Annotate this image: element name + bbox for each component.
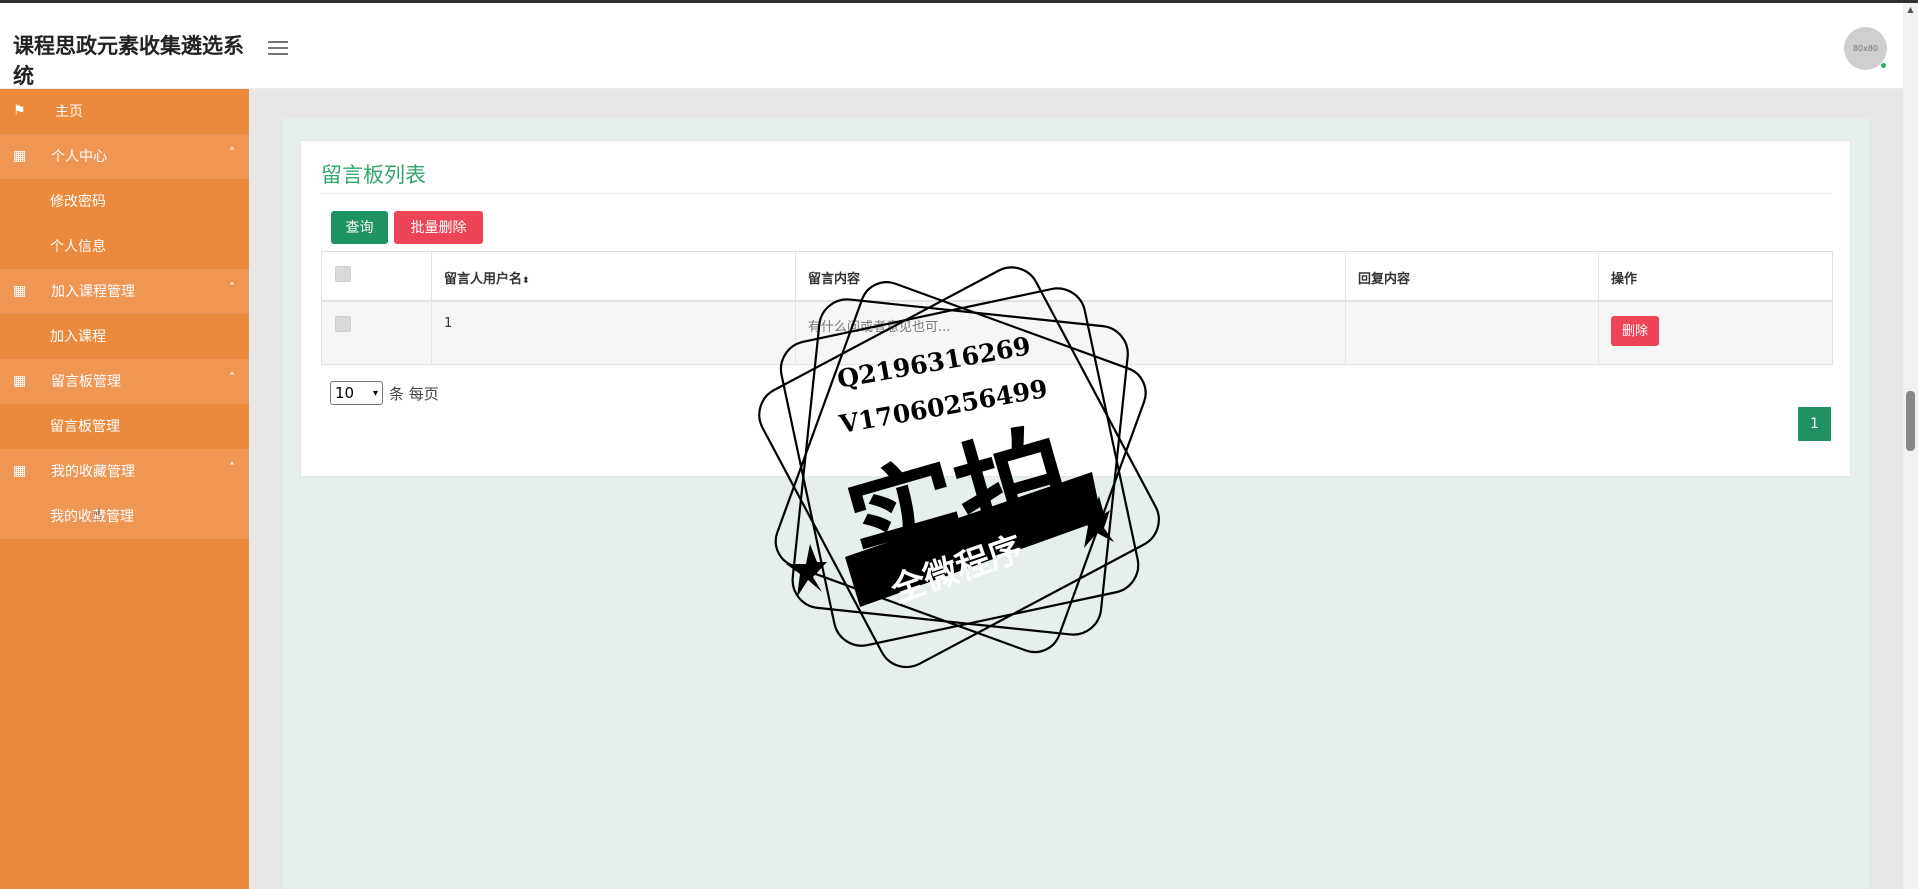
chevron-up-icon: ˄ — [229, 146, 235, 160]
grid-icon: ▦ — [13, 373, 27, 389]
page-size-value: 10 — [335, 384, 355, 402]
grid-icon: ▦ — [13, 148, 27, 164]
sidebar-item-personal-center[interactable]: ▦ 个人中心 ˄ — [0, 134, 249, 179]
row-select-cell — [322, 302, 432, 364]
table-header-row: 留言人用户名⬍ 留言内容 回复内容 操作 — [322, 252, 1832, 302]
header-username[interactable]: 留言人用户名⬍ — [432, 252, 796, 300]
message-board-panel: 留言板列表 查询 批量删除 留言人用户名⬍ 留言内容 回复内容 操作 1 有什么… — [300, 140, 1851, 477]
grid-icon: ▦ — [13, 463, 27, 479]
page-size-select[interactable]: 10 ▾ — [330, 381, 383, 405]
sidebar-item-course-join-mgmt[interactable]: ▦ 加入课程管理 ˄ — [0, 269, 249, 314]
sidebar: ⚑ 主页 ▦ 个人中心 ˄ 修改密码 个人信息 ▦ 加入课程管理 ˄ 加入课程 … — [0, 89, 249, 889]
sort-icon[interactable]: ⬍ — [522, 276, 530, 286]
sidebar-item-label: 个人中心 — [51, 149, 107, 165]
batch-delete-button[interactable]: 批量删除 — [394, 211, 483, 244]
header-actions: 操作 — [1599, 252, 1834, 300]
row-actions: 删除 — [1599, 302, 1834, 364]
header-actions-label: 操作 — [1611, 272, 1638, 287]
scrollbar-thumb[interactable] — [1906, 391, 1915, 451]
title-divider — [321, 193, 1832, 194]
row-content-value: 有什么问或者意见也可... — [808, 320, 951, 335]
sidebar-item-message-board[interactable]: 留言板管理 — [0, 404, 249, 449]
sidebar-item-label: 留言板管理 — [50, 419, 120, 435]
sidebar-item-my-favorites[interactable]: 我的收藏管理 — [0, 494, 249, 539]
table-row: 1 有什么问或者意见也可... 删除 — [322, 302, 1832, 364]
sidebar-item-change-password[interactable]: 修改密码 — [0, 179, 249, 224]
header-reply-label: 回复内容 — [1358, 272, 1411, 287]
page-scrollbar[interactable]: ▲ — [1903, 3, 1918, 889]
sidebar-item-favorites-mgmt[interactable]: ▦ 我的收藏管理 ˄ — [0, 449, 249, 494]
row-checkbox[interactable] — [335, 316, 351, 332]
row-username-value: 1 — [444, 316, 453, 331]
header-username-label: 留言人用户名 — [444, 272, 523, 287]
sidebar-item-label: 主页 — [55, 104, 83, 120]
sidebar-item-label: 留言板管理 — [51, 374, 121, 390]
header-select-cell — [322, 252, 432, 300]
scroll-up-arrow-icon[interactable]: ▲ — [1906, 5, 1915, 14]
sidebar-item-label: 加入课程管理 — [51, 284, 135, 300]
page-size-label: 条 每页 — [389, 385, 439, 403]
message-table: 留言人用户名⬍ 留言内容 回复内容 操作 1 有什么问或者意见也可... 删除 — [321, 251, 1833, 365]
page-title: 留言板列表 — [321, 163, 426, 187]
row-username: 1 — [432, 302, 796, 364]
top-header: 课程思政元素收集遴选系统 80x80 — [0, 3, 1903, 89]
row-reply — [1346, 302, 1599, 364]
query-button[interactable]: 查询 — [331, 211, 388, 244]
delete-button[interactable]: 删除 — [1611, 316, 1659, 346]
hand-cursor-icon: ☝ — [92, 505, 102, 524]
sidebar-item-home[interactable]: ⚑ 主页 — [0, 89, 249, 134]
sidebar-item-label: 加入课程 — [50, 329, 106, 345]
sidebar-item-label: 个人信息 — [50, 239, 106, 255]
header-content-label: 留言内容 — [808, 272, 861, 287]
sidebar-item-personal-info[interactable]: 个人信息 — [0, 224, 249, 269]
header-reply: 回复内容 — [1346, 252, 1599, 300]
chevron-down-icon: ▾ — [372, 388, 378, 399]
sidebar-item-message-board-mgmt[interactable]: ▦ 留言板管理 ˄ — [0, 359, 249, 404]
online-status-dot — [1880, 62, 1887, 69]
header-content: 留言内容 — [796, 252, 1346, 300]
grid-icon: ▦ — [13, 283, 27, 299]
chevron-up-icon: ˄ — [229, 281, 235, 295]
flag-icon: ⚑ — [13, 103, 26, 119]
app-title: 课程思政元素收集遴选系统 — [13, 34, 244, 88]
row-content: 有什么问或者意见也可... — [796, 302, 1346, 364]
sidebar-item-join-course[interactable]: 加入课程 — [0, 314, 249, 359]
chevron-up-icon: ˄ — [229, 461, 235, 475]
sidebar-item-label: 修改密码 — [50, 194, 106, 210]
hamburger-icon[interactable] — [268, 41, 288, 57]
page-button-1[interactable]: 1 — [1798, 407, 1831, 441]
chevron-up-icon: ˄ — [229, 371, 235, 385]
select-all-checkbox[interactable] — [335, 266, 351, 282]
sidebar-item-label: 我的收藏管理 — [51, 464, 135, 480]
